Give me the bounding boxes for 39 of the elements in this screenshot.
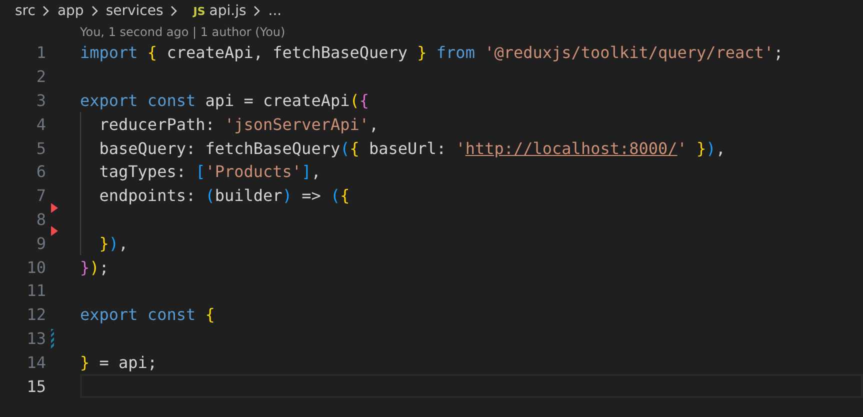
code-line: }); (80, 258, 109, 277)
line-number: 14 (26, 352, 46, 372)
line-number: 3 (35, 90, 46, 110)
code-line: tagTypes: ['Products'], (98, 162, 321, 182)
line-number: 5 (35, 138, 46, 158)
code-line: export const { (80, 305, 215, 324)
line-number: 6 (35, 162, 46, 182)
chevron-icon (90, 5, 99, 17)
line-number: 11 (26, 281, 46, 300)
added-line-marker-icon[interactable] (51, 328, 54, 349)
line-number: 15 (26, 376, 46, 396)
line-number: 4 (35, 114, 46, 134)
line-number: 12 (26, 305, 46, 324)
line-number: 1 (35, 43, 46, 62)
breadcrumb-item[interactable]: src (15, 3, 36, 19)
line-number: 13 (26, 328, 46, 348)
code-line: export const api = createApi({ (80, 90, 369, 110)
code-line: } = api; (80, 352, 158, 372)
deleted-lines-marker-icon[interactable] (51, 226, 58, 236)
line-number: 2 (35, 67, 46, 86)
line-number: 10 (26, 258, 46, 277)
breadcrumb-item[interactable]: api.js (209, 3, 246, 19)
breadcrumb-item[interactable]: app (57, 3, 84, 19)
breadcrumb-item[interactable]: services (106, 3, 164, 19)
line-number: 9 (35, 234, 46, 253)
js-file-icon: JS (193, 4, 206, 18)
chevron-icon (253, 5, 262, 17)
code-line: endpoints: (builder) => ({ (98, 186, 350, 206)
line-number: 8 (35, 210, 46, 229)
code-line: reducerPath: 'jsonServerApi', (98, 114, 379, 134)
deleted-lines-marker-icon[interactable] (51, 202, 58, 213)
code-line: }), (98, 234, 128, 253)
code-line: import { createApi, fetchBaseQuery } from '@reduxjs/toolkit/query/react'; (80, 43, 784, 62)
chevron-icon (42, 5, 50, 17)
line-number: 7 (35, 186, 46, 206)
breadcrumb-item[interactable]: ... (268, 3, 282, 19)
code-line: baseQuery: fetchBaseQuery({ baseUrl: 'http://localhost:8000/' }), (98, 138, 726, 158)
chevron-icon (170, 5, 178, 17)
codelens-text[interactable]: You, 1 second ago | 1 author (You) (80, 24, 286, 38)
